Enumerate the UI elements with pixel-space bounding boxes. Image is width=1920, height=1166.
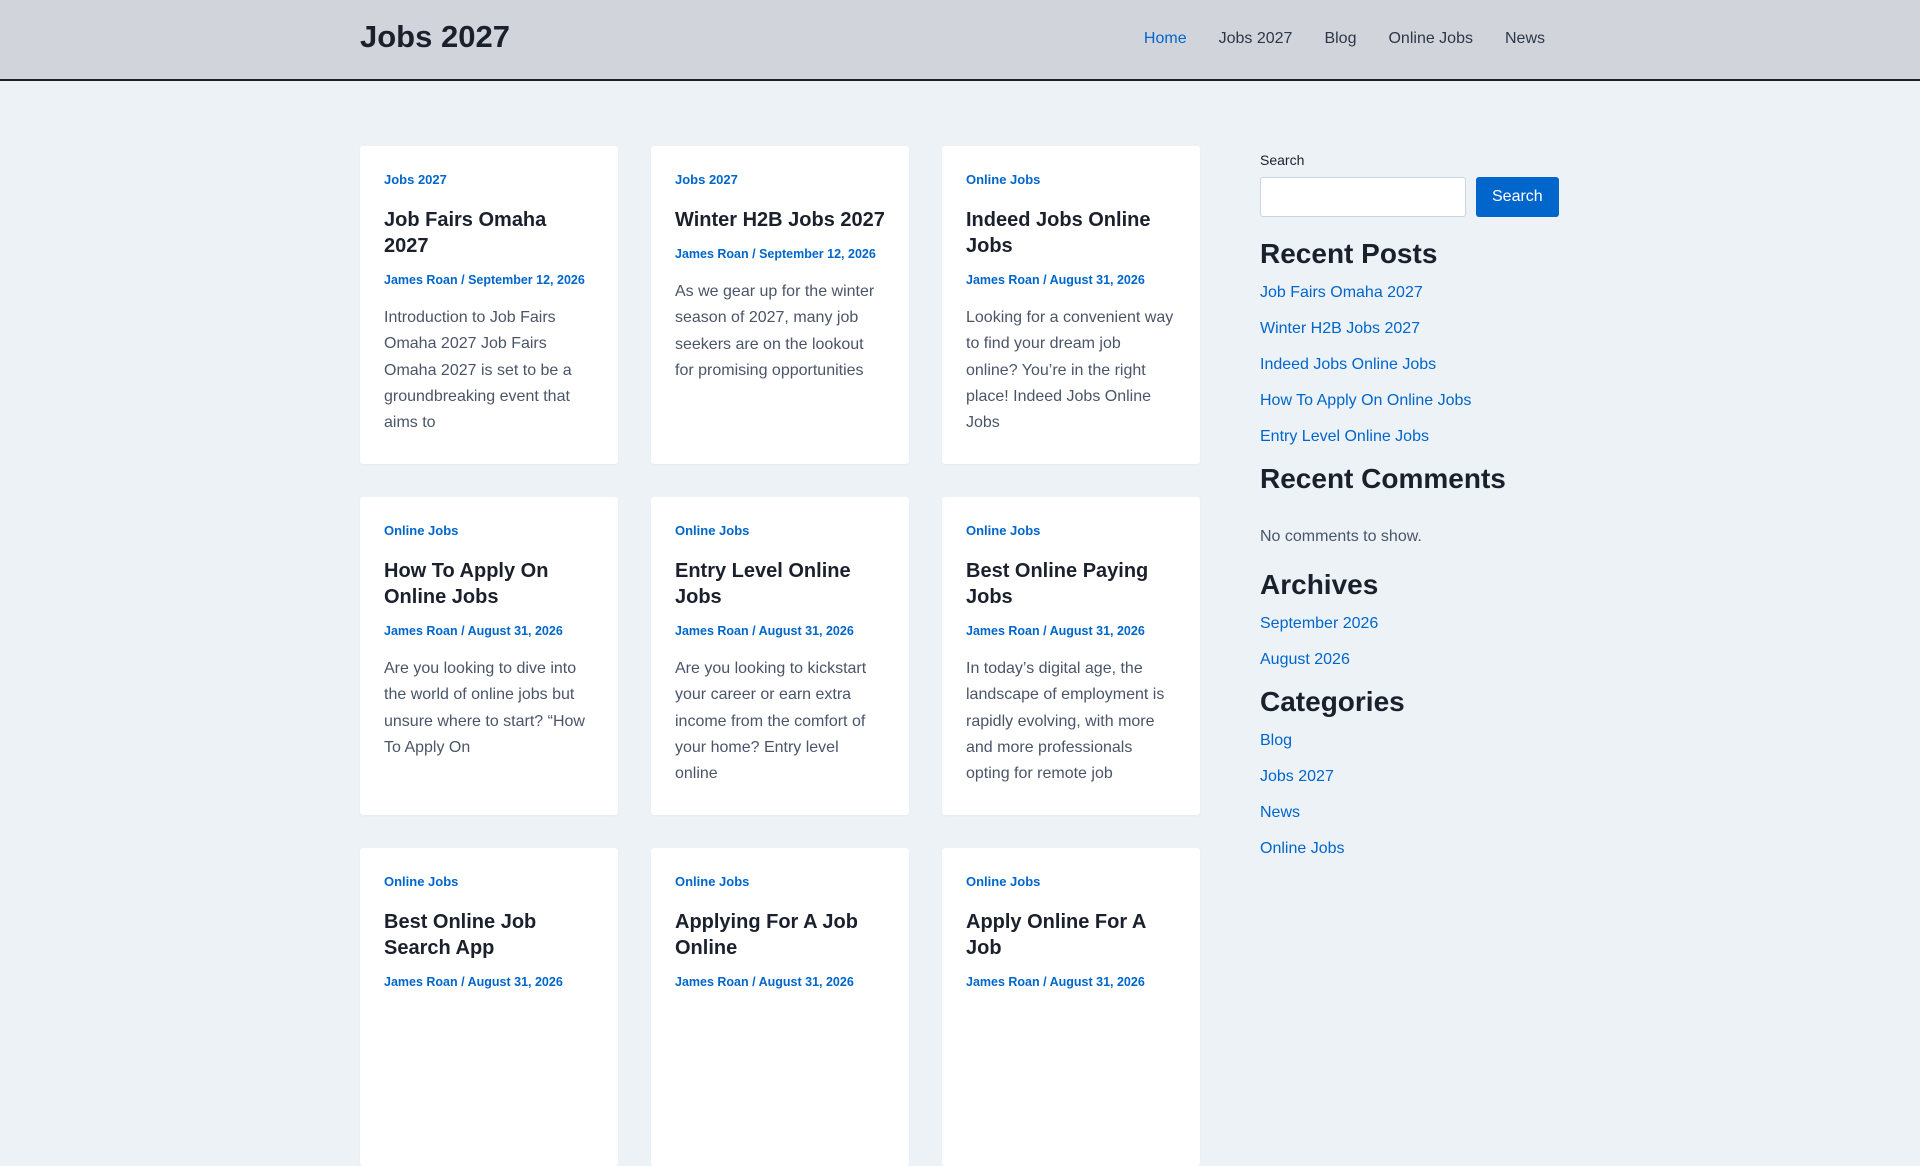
post-category[interactable]: Online Jobs <box>966 523 1176 538</box>
post-meta[interactable]: James Roan / August 31, 2026 <box>675 624 885 638</box>
recent-posts-list: Job Fairs Omaha 2027 Winter H2B Jobs 202… <box>1260 283 1560 446</box>
nav-home[interactable]: Home <box>1144 30 1187 48</box>
categories-list: Blog Jobs 2027 News Online Jobs <box>1260 731 1560 858</box>
site-title[interactable]: Jobs 2027 <box>360 19 510 55</box>
search-button[interactable]: Search <box>1476 177 1559 217</box>
post-card: Jobs 2027 Job Fairs Omaha 2027 James Roa… <box>360 146 618 464</box>
archives-title: Archives <box>1260 569 1379 600</box>
post-card: Online Jobs Applying For A Job Online Ja… <box>651 848 909 1166</box>
archives-list: September 2026 August 2026 <box>1260 614 1560 669</box>
sidebar: Search Search Recent Posts Job Fairs Oma… <box>1260 152 1560 858</box>
category-link[interactable]: Blog <box>1260 731 1560 750</box>
nav-news[interactable]: News <box>1505 30 1545 48</box>
search-input[interactable] <box>1260 177 1466 217</box>
post-title[interactable]: Winter H2B Jobs 2027 <box>675 207 885 233</box>
search-label: Search <box>1260 152 1305 168</box>
category-link[interactable]: Jobs 2027 <box>1260 767 1560 786</box>
post-title[interactable]: Indeed Jobs Online Jobs <box>966 207 1176 259</box>
post-title[interactable]: Job Fairs Omaha 2027 <box>384 207 594 259</box>
posts-grid: Jobs 2027 Job Fairs Omaha 2027 James Roa… <box>360 146 1200 1166</box>
post-meta[interactable]: James Roan / September 12, 2026 <box>675 247 885 261</box>
post-category[interactable]: Online Jobs <box>675 523 885 538</box>
post-title[interactable]: How To Apply On Online Jobs <box>384 558 594 610</box>
post-card: Online Jobs Entry Level Online Jobs Jame… <box>651 497 909 815</box>
post-category[interactable]: Online Jobs <box>384 523 594 538</box>
archive-link[interactable]: September 2026 <box>1260 614 1560 633</box>
categories-title: Categories <box>1260 686 1405 717</box>
recent-post-link[interactable]: Winter H2B Jobs 2027 <box>1260 319 1560 338</box>
post-category[interactable]: Jobs 2027 <box>675 172 885 187</box>
archive-link[interactable]: August 2026 <box>1260 650 1560 669</box>
post-card: Online Jobs Best Online Job Search App J… <box>360 848 618 1166</box>
post-meta[interactable]: James Roan / August 31, 2026 <box>966 273 1176 287</box>
recent-post-link[interactable]: Job Fairs Omaha 2027 <box>1260 283 1560 302</box>
post-excerpt: Are you looking to kickstart your career… <box>675 660 867 783</box>
post-meta[interactable]: James Roan / September 12, 2026 <box>384 273 594 287</box>
post-excerpt: Are you looking to dive into the world o… <box>384 660 585 756</box>
post-meta[interactable]: James Roan / August 31, 2026 <box>384 975 594 989</box>
category-link[interactable]: News <box>1260 803 1560 822</box>
search-form: Search <box>1260 177 1560 217</box>
post-meta[interactable]: James Roan / August 31, 2026 <box>384 624 594 638</box>
post-category[interactable]: Jobs 2027 <box>384 172 594 187</box>
main-nav: Home Jobs 2027 Blog Online Jobs News <box>1144 30 1545 48</box>
post-category[interactable]: Online Jobs <box>384 874 594 889</box>
post-card: Jobs 2027 Winter H2B Jobs 2027 James Roa… <box>651 146 909 464</box>
post-category[interactable]: Online Jobs <box>966 172 1176 187</box>
nav-jobs-2027[interactable]: Jobs 2027 <box>1219 30 1293 48</box>
post-meta[interactable]: James Roan / August 31, 2026 <box>675 975 885 989</box>
post-title[interactable]: Best Online Job Search App <box>384 909 594 961</box>
post-card: Online Jobs How To Apply On Online Jobs … <box>360 497 618 815</box>
site-header: Jobs 2027 Home Jobs 2027 Blog Online Job… <box>0 0 1920 81</box>
recent-post-link[interactable]: Entry Level Online Jobs <box>1260 427 1560 446</box>
post-excerpt: In today’s digital age, the landscape of… <box>966 660 1165 783</box>
recent-post-link[interactable]: Indeed Jobs Online Jobs <box>1260 355 1560 374</box>
post-meta[interactable]: James Roan / August 31, 2026 <box>966 975 1176 989</box>
category-link[interactable]: Online Jobs <box>1260 839 1560 858</box>
post-title[interactable]: Applying For A Job Online <box>675 909 885 961</box>
post-excerpt: Looking for a convenient way to find you… <box>966 309 1174 432</box>
nav-blog[interactable]: Blog <box>1324 30 1356 48</box>
post-category[interactable]: Online Jobs <box>966 874 1176 889</box>
post-excerpt: As we gear up for the winter season of 2… <box>675 283 875 379</box>
no-comments-text: No comments to show. <box>1260 528 1422 545</box>
post-title[interactable]: Entry Level Online Jobs <box>675 558 885 610</box>
recent-comments-title: Recent Comments <box>1260 463 1506 494</box>
post-meta[interactable]: James Roan / August 31, 2026 <box>966 624 1176 638</box>
post-category[interactable]: Online Jobs <box>675 874 885 889</box>
recent-post-link[interactable]: How To Apply On Online Jobs <box>1260 391 1560 410</box>
post-title[interactable]: Apply Online For A Job <box>966 909 1176 961</box>
post-card: Online Jobs Apply Online For A Job James… <box>942 848 1200 1166</box>
recent-posts-title: Recent Posts <box>1260 238 1438 269</box>
nav-online-jobs[interactable]: Online Jobs <box>1388 30 1473 48</box>
post-card: Online Jobs Indeed Jobs Online Jobs Jame… <box>942 146 1200 464</box>
post-title[interactable]: Best Online Paying Jobs <box>966 558 1176 610</box>
post-card: Online Jobs Best Online Paying Jobs Jame… <box>942 497 1200 815</box>
post-excerpt: Introduction to Job Fairs Omaha 2027 Job… <box>384 309 572 432</box>
